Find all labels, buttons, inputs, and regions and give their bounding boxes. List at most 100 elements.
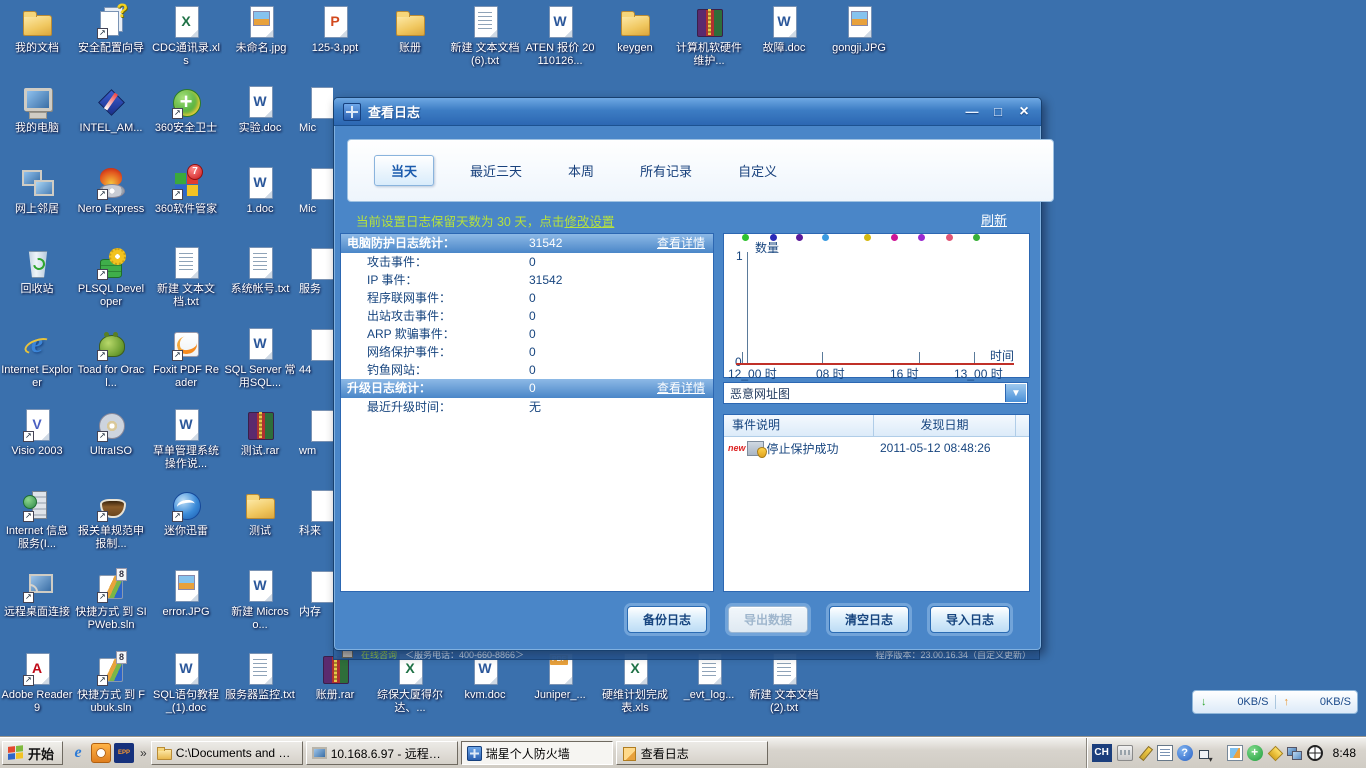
taskbar-button[interactable]: 瑞星个人防火墙: [461, 741, 613, 765]
retention-notice-text: 当前设置日志保留天数为 30 天，点击: [356, 215, 564, 229]
chevron-down-icon[interactable]: [1005, 384, 1026, 402]
epp-icon[interactable]: [114, 743, 134, 763]
desktop-icon-partial[interactable]: 内存: [299, 569, 333, 633]
download-speed: 0KB/S: [1207, 696, 1275, 708]
notepad-icon[interactable]: [1157, 745, 1173, 761]
quick-launch-overflow-chevron[interactable]: »: [140, 746, 147, 760]
desktop-icon-partial[interactable]: wm: [299, 408, 333, 472]
time-filter-tab[interactable]: 当天: [374, 155, 434, 186]
file-icon: [311, 408, 333, 442]
picture-tray-icon[interactable]: [1227, 745, 1243, 761]
log-stats-panel: 电脑防护日志统计： 31542 查看详情 攻击事件： 0 IP 事件： 3154…: [340, 233, 714, 592]
taskbar-clock: 8:48: [1333, 746, 1356, 760]
stats-row: 网络保护事件： 0: [341, 343, 713, 361]
keyboard-icon[interactable]: [1117, 745, 1133, 761]
desktop-icon-partial[interactable]: Mic: [299, 85, 333, 149]
stat-value: 0: [529, 307, 536, 325]
taskbar: 开始 » C:\Documents and Se... 10.168.6.97 …: [0, 737, 1366, 768]
tray-system-icons: [1117, 745, 1213, 761]
desktop-icon-label: Mic: [299, 203, 333, 216]
chart-xtick-label: 12_00 时: [728, 365, 777, 382]
stats-row: 升级日志统计： 0 查看详情: [341, 379, 713, 398]
help-icon[interactable]: [1177, 745, 1193, 761]
internet-tray-icon[interactable]: [1307, 745, 1323, 761]
chart-data-point: [742, 234, 749, 241]
stat-label: 钓鱼网站：: [341, 363, 427, 377]
stat-label: 程序联网事件：: [341, 291, 451, 305]
time-filter-tab[interactable]: 自定义: [728, 156, 787, 185]
action-button[interactable]: 备份日志: [627, 606, 707, 633]
stats-row: 最近升级时间： 无: [341, 398, 713, 416]
ie-quick-launch-icon[interactable]: [68, 743, 88, 763]
file-icon: [311, 569, 333, 603]
360-safe-tray-icon[interactable]: [1247, 745, 1263, 761]
chart-type-dropdown[interactable]: 恶意网址图: [723, 382, 1028, 404]
task-scheduler-icon[interactable]: [91, 743, 111, 763]
desktop-icon-partial[interactable]: 44: [299, 327, 333, 391]
upload-speed: 0KB/S: [1289, 696, 1357, 708]
chart-axis-tick: [742, 352, 743, 363]
taskbar-button-label: 瑞星个人防火墙: [486, 745, 570, 762]
stat-label: 攻击事件：: [341, 255, 427, 269]
column-header-spacer: [1015, 415, 1029, 436]
view-details-link[interactable]: 查看详情: [657, 379, 705, 398]
desktop-icon-partial[interactable]: 科来: [299, 488, 333, 552]
column-header-event[interactable]: 事件说明: [724, 415, 874, 436]
chart-data-point: [918, 234, 925, 241]
language-indicator[interactable]: CH: [1092, 744, 1112, 762]
view-details-link[interactable]: 查看详情: [657, 234, 705, 253]
modify-settings-link[interactable]: 修改设置: [564, 215, 614, 229]
stat-value: 无: [529, 398, 541, 416]
chart-axis-tick: [919, 352, 920, 363]
file-icon: [311, 327, 333, 361]
stat-label: 电脑防护日志统计：: [341, 236, 455, 250]
taskbar-button[interactable]: 查看日志: [616, 741, 768, 765]
file-icon: [311, 246, 333, 280]
chart-data-point: [822, 234, 829, 241]
close-button[interactable]: ×: [1016, 103, 1032, 121]
log-window-icon: [621, 745, 637, 761]
event-table: 事件说明 发现日期 new 停止保护成功 2011-05-12 08:48:26: [723, 414, 1030, 592]
stat-value: 0: [529, 379, 536, 398]
column-header-date[interactable]: 发现日期: [874, 415, 1015, 436]
desktop-icon-partial[interactable]: 服务: [299, 246, 333, 310]
action-button[interactable]: 导入日志: [930, 606, 1010, 633]
action-button[interactable]: 清空日志: [829, 606, 909, 633]
stat-label: ARP 欺骗事件：: [341, 327, 455, 341]
taskbar-button-label: 查看日志: [641, 745, 689, 762]
minimize-button[interactable]: —: [964, 104, 980, 119]
file-icon: [311, 85, 333, 119]
system-tray: CH 8:48: [1086, 738, 1366, 768]
stat-value: 0: [529, 343, 536, 361]
start-button[interactable]: 开始: [2, 741, 63, 765]
desktop: 我的文档 安全配置向导 CDC通讯录.xls 未命名.jpg 125-3.ppt…: [0, 0, 1366, 768]
window-titlebar[interactable]: 查看日志 — □ ×: [334, 98, 1041, 126]
restore-window-icon[interactable]: [1197, 745, 1213, 761]
taskbar-button[interactable]: C:\Documents and Se...: [151, 741, 303, 765]
stats-row: 钓鱼网站： 0: [341, 361, 713, 379]
stats-row: 出站攻击事件： 0: [341, 307, 713, 325]
stat-value: 31542: [529, 234, 562, 253]
time-filter-tab[interactable]: 最近三天: [460, 156, 532, 185]
time-filter-tab[interactable]: 本周: [558, 156, 604, 185]
maximize-button[interactable]: □: [990, 104, 1006, 119]
network-connections-icon[interactable]: [1287, 745, 1303, 761]
stats-row: ARP 欺骗事件： 0: [341, 325, 713, 343]
desktop-icon-partial[interactable]: Mic: [299, 166, 333, 230]
chart-axis-tick: [974, 352, 975, 363]
pen-icon[interactable]: [1137, 745, 1153, 761]
desktop-icon-label: wm: [299, 445, 333, 458]
action-button[interactable]: 导出数据: [728, 606, 808, 633]
taskbar-button[interactable]: 10.168.6.97 - 远程桌面: [306, 741, 458, 765]
refresh-link[interactable]: 刷新: [981, 210, 1007, 229]
yellow-diamond-tray-icon[interactable]: [1267, 745, 1283, 761]
divider: [1275, 695, 1276, 709]
dropdown-value: 恶意网址图: [730, 387, 790, 401]
net-speed-widget[interactable]: ↓ 0KB/S ↑ 0KB/S: [1192, 690, 1358, 714]
stat-value: 0: [529, 289, 536, 307]
time-filter-tab[interactable]: 所有记录: [630, 156, 702, 185]
chart-y-axis: [747, 252, 748, 364]
stat-value: 0: [529, 361, 536, 379]
event-row[interactable]: new 停止保护成功 2011-05-12 08:48:26: [724, 437, 1029, 459]
log-chart: 数量 1 0 时间 12_00 时08 时16 时13_00 时: [723, 233, 1030, 378]
